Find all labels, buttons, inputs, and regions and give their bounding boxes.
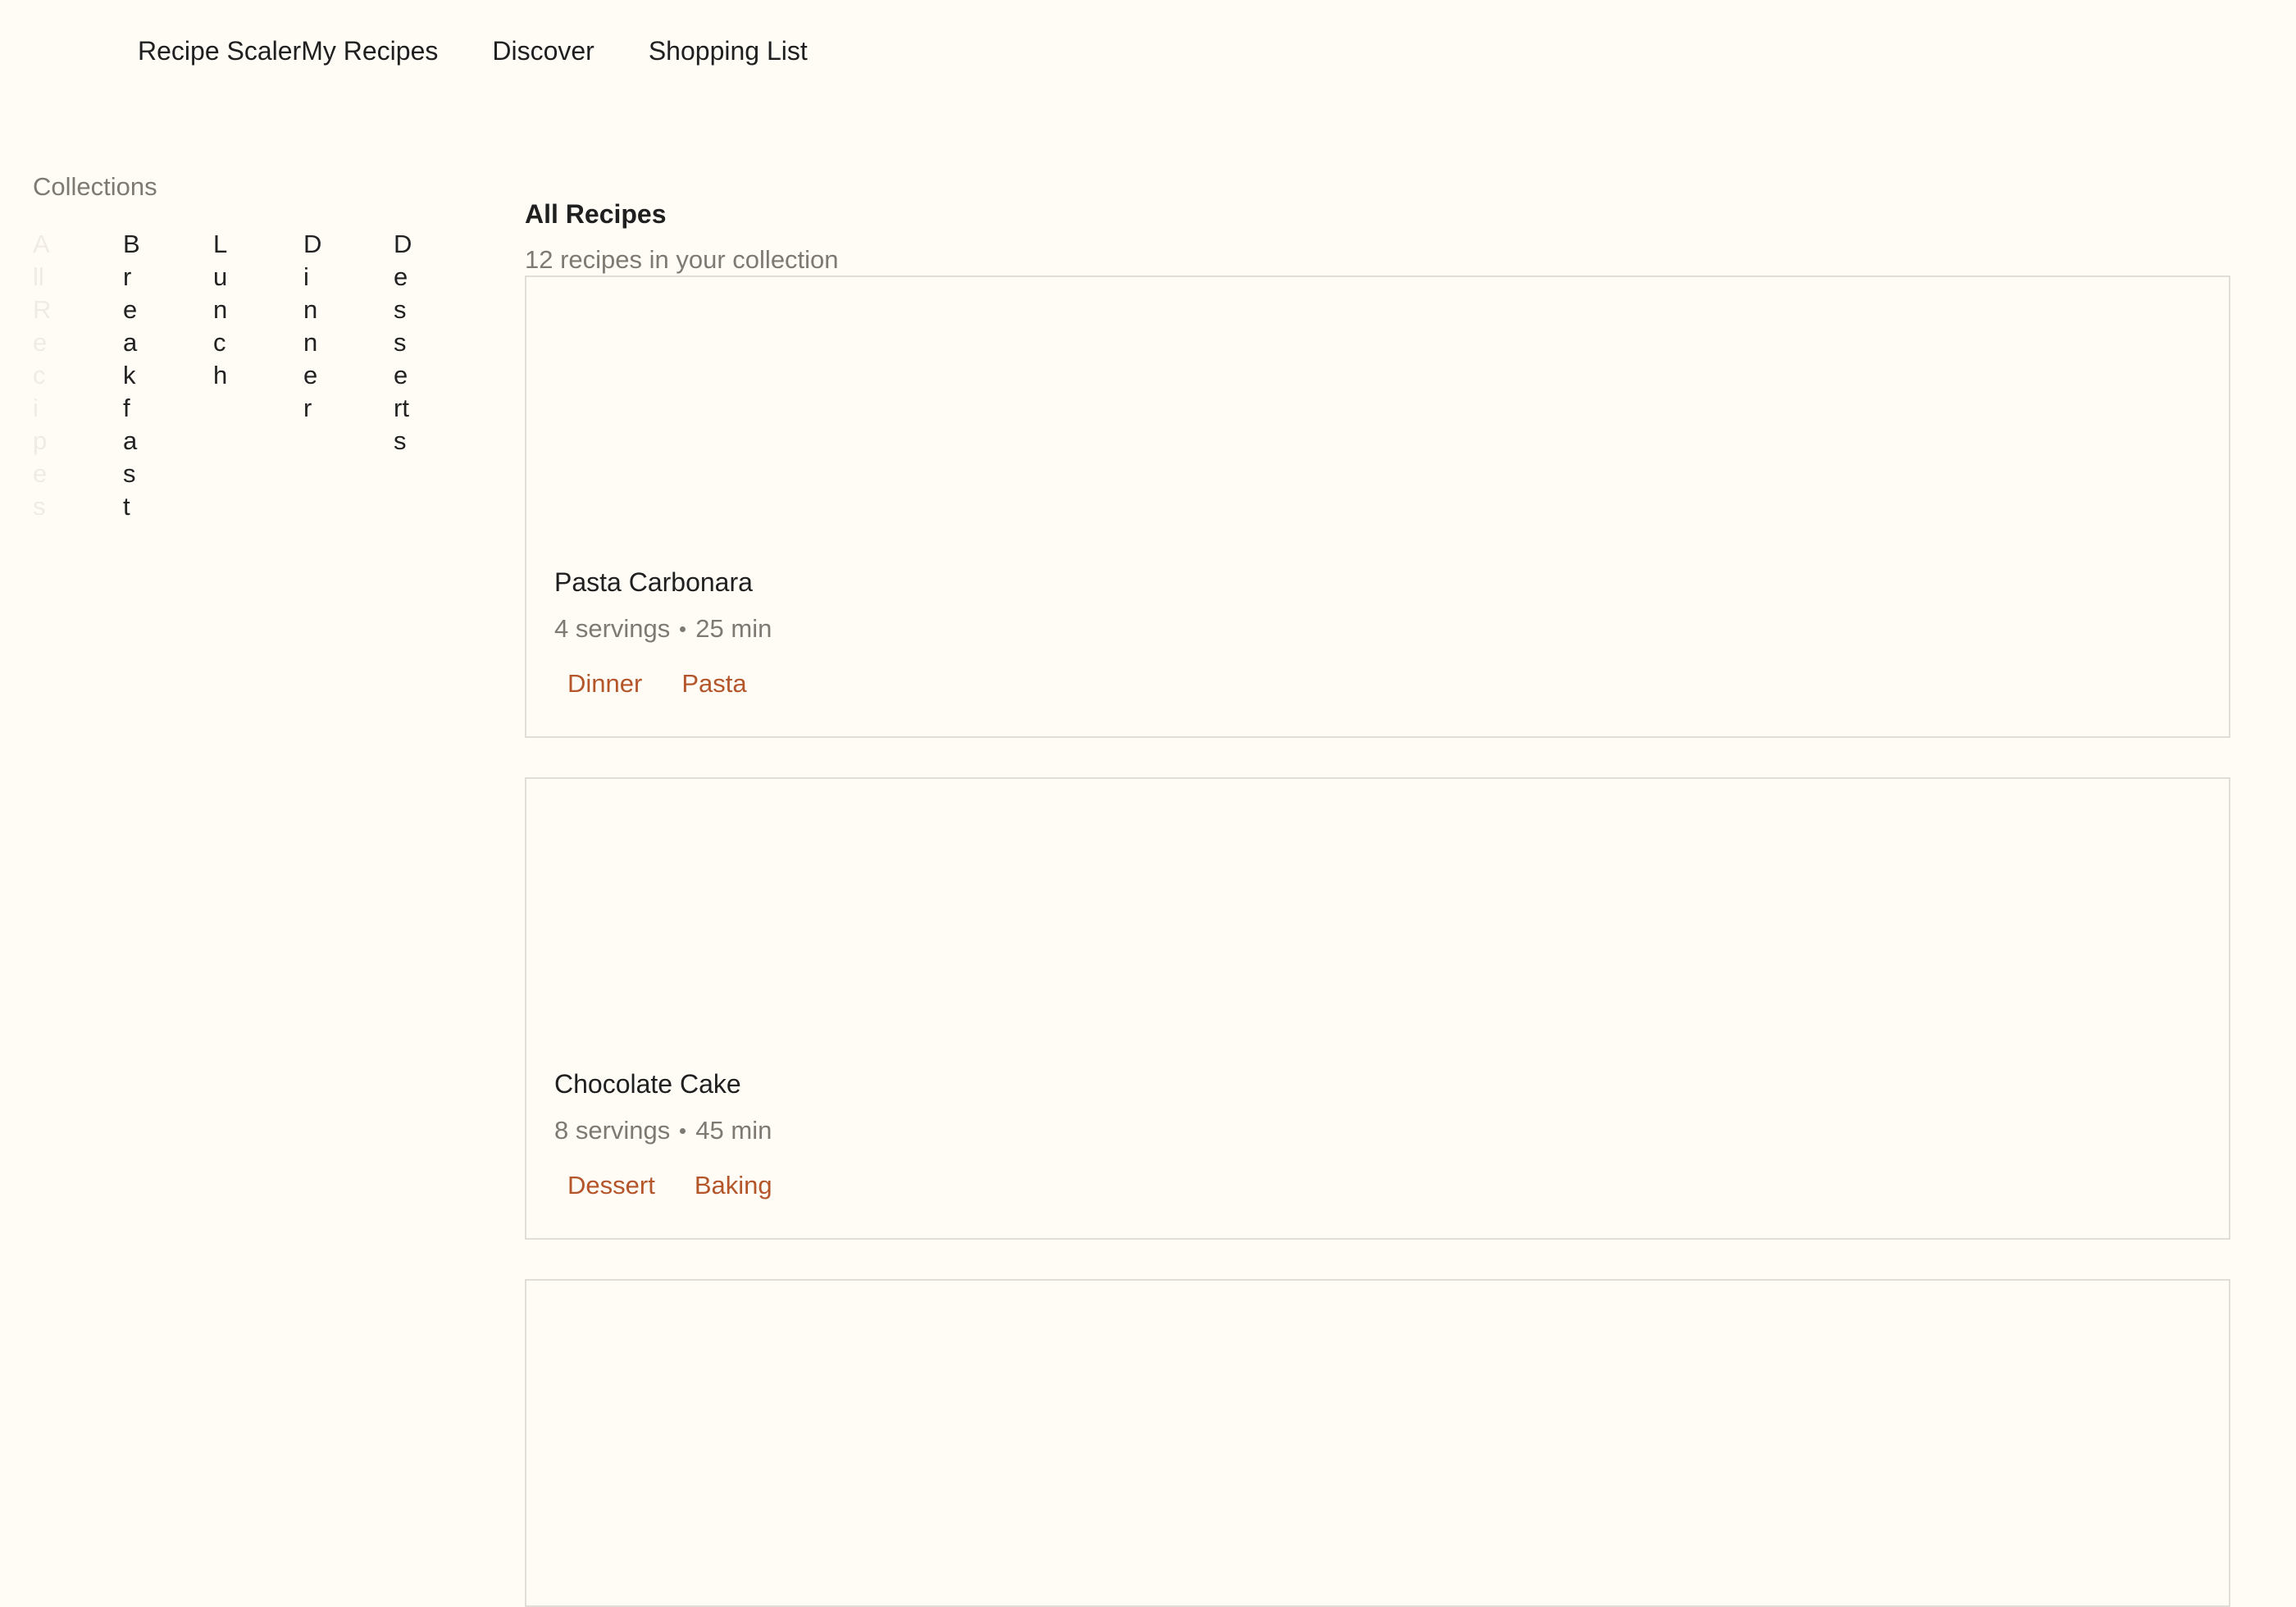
recipe-image: [526, 1281, 2229, 1543]
recipes-main: All Recipes 12 recipes in your collectio…: [525, 193, 2230, 280]
recipe-card-body: Chocolate Cake 8 servings 45 min Dessert…: [554, 1064, 2201, 1205]
collections-sidebar: Collections All Recipes Breakfast Lunch …: [33, 169, 459, 523]
separator-dot-icon: [680, 626, 686, 632]
page-title: All Recipes: [525, 199, 667, 229]
nav-link-discover[interactable]: Discover: [492, 36, 594, 66]
recipe-meta: 4 servings 25 min: [554, 608, 2201, 649]
recipe-image: [526, 277, 2229, 539]
recipe-tag[interactable]: Baking: [681, 1166, 786, 1205]
recipe-time: 45 min: [695, 1116, 772, 1145]
recipe-meta: 8 servings 45 min: [554, 1110, 2201, 1151]
recipe-tag[interactable]: Pasta: [668, 664, 759, 703]
collection-item-desserts[interactable]: Desserts: [394, 228, 415, 458]
recipe-card[interactable]: Pasta Carbonara 4 servings 25 min Dinner…: [525, 275, 2230, 738]
recipe-image: [526, 779, 2229, 1041]
recipe-card[interactable]: Chocolate Cake 8 servings 45 min Dessert…: [525, 777, 2230, 1240]
recipe-tags: Dessert Baking: [554, 1166, 2201, 1205]
collection-item-all-recipes[interactable]: All Recipes: [33, 228, 51, 523]
nav-link-shopping-list[interactable]: Shopping List: [649, 36, 808, 66]
recipe-title[interactable]: Pasta Carbonara: [554, 562, 2201, 602]
recipe-tags: Dinner Pasta: [554, 664, 2201, 703]
collection-item-breakfast[interactable]: Breakfast: [123, 228, 140, 523]
top-navigation: Recipe Scaler My Recipes Discover Shoppi…: [138, 31, 862, 71]
recipe-tag[interactable]: Dinner: [554, 664, 655, 703]
recipe-tag[interactable]: Dessert: [554, 1166, 668, 1205]
nav-link-my-recipes[interactable]: My Recipes: [301, 36, 438, 66]
recipe-count: 12 recipes in your collection: [525, 245, 839, 274]
collection-item-dinner[interactable]: Dinner: [303, 228, 321, 425]
recipe-card-body: Pasta Carbonara 4 servings 25 min Dinner…: [554, 562, 2201, 703]
recipe-card[interactable]: [525, 1279, 2230, 1607]
collections-heading: Collections: [33, 172, 157, 201]
collections-list: All Recipes Breakfast Lunch Dinner Desse…: [33, 228, 459, 523]
recipe-servings: 8 servings: [554, 1116, 671, 1145]
recipe-time: 25 min: [695, 614, 772, 643]
recipe-servings: 4 servings: [554, 614, 671, 643]
separator-dot-icon: [680, 1127, 686, 1134]
recipe-title[interactable]: Chocolate Cake: [554, 1064, 2201, 1104]
collection-item-lunch[interactable]: Lunch: [213, 228, 227, 392]
app-brand[interactable]: Recipe Scaler: [138, 36, 301, 66]
